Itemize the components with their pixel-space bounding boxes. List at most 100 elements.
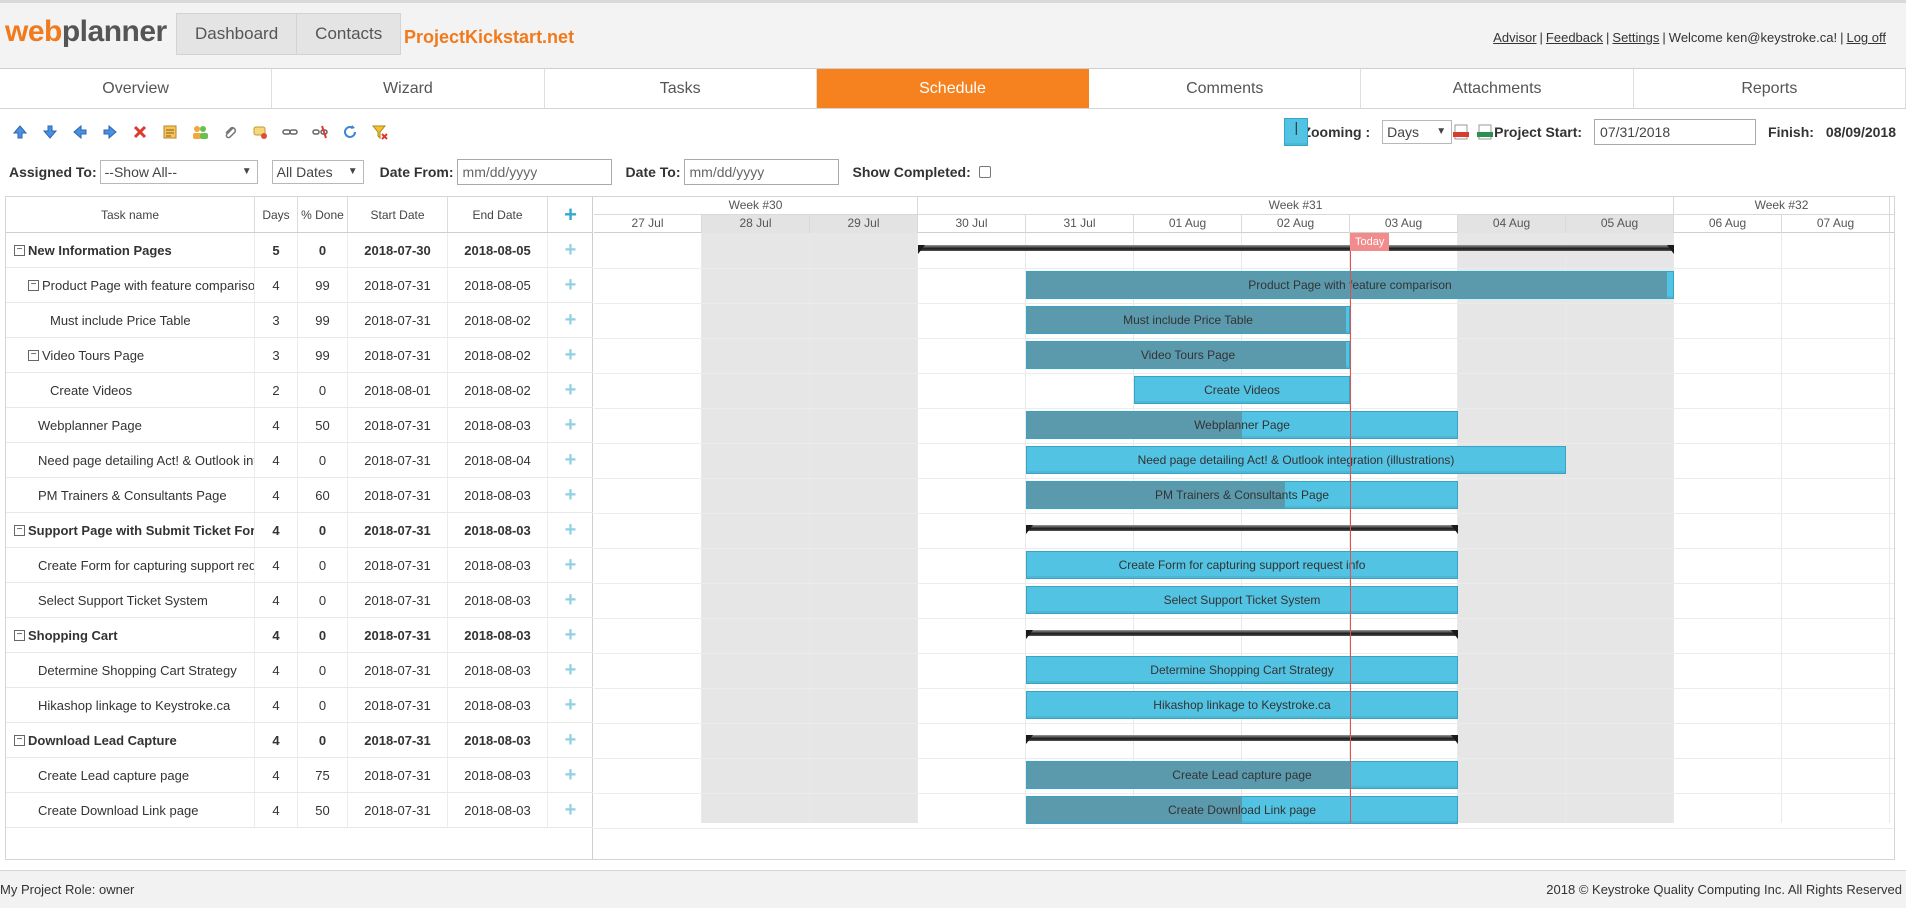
task-bar[interactable]: Video Tours Page xyxy=(1026,341,1350,369)
task-name-cell[interactable]: Select Support Ticket System xyxy=(6,583,255,617)
date-range-select[interactable]: All Dates ▼ xyxy=(271,160,364,184)
collapse-toggle-icon[interactable]: − xyxy=(28,279,39,291)
add-subtask-icon[interactable]: + xyxy=(548,583,593,617)
move-down-icon[interactable] xyxy=(38,120,62,144)
add-subtask-icon[interactable]: + xyxy=(548,268,593,302)
add-subtask-icon[interactable]: + xyxy=(548,513,593,547)
tab-comments[interactable]: Comments xyxy=(1089,69,1362,108)
task-name-cell[interactable]: Create Download Link page xyxy=(6,793,255,827)
task-bar[interactable]: Hikashop linkage to Keystroke.ca xyxy=(1026,691,1458,719)
summary-bar[interactable] xyxy=(1026,733,1458,745)
add-subtask-icon[interactable]: + xyxy=(548,303,593,337)
add-subtask-icon[interactable]: + xyxy=(548,653,593,687)
table-row[interactable]: Hikashop linkage to Keystroke.ca 4 0 2018-0… xyxy=(6,688,593,723)
col-header-start-date[interactable]: Start Date xyxy=(348,197,448,232)
col-header-task-name[interactable]: Task name xyxy=(6,197,255,232)
outdent-icon[interactable] xyxy=(68,120,92,144)
indent-icon[interactable] xyxy=(98,120,122,144)
table-row[interactable]: − Video Tours Page 3 99 2018-07-31 2018-08-02… xyxy=(6,338,593,373)
refresh-icon[interactable] xyxy=(338,120,362,144)
table-row[interactable]: Create Download Link page 4 50 2018-07-31 20… xyxy=(6,793,593,828)
table-row[interactable]: PM Trainers & Consultants Page 4 60 2018-07… xyxy=(6,478,593,513)
delete-icon[interactable] xyxy=(128,120,152,144)
dashboard-button[interactable]: Dashboard xyxy=(176,13,298,55)
task-bar[interactable]: PM Trainers & Consultants Page xyxy=(1026,481,1458,509)
summary-bar[interactable] xyxy=(1026,523,1458,535)
tab-wizard[interactable]: Wizard xyxy=(272,69,545,108)
tab-schedule[interactable]: Schedule xyxy=(816,69,1090,108)
add-subtask-icon[interactable]: + xyxy=(548,233,593,267)
task-bar[interactable]: Select Support Ticket System xyxy=(1026,586,1458,614)
table-row[interactable]: Need page detailing Act! & Outlook integ… xyxy=(6,443,593,478)
collapse-toggle-icon[interactable]: − xyxy=(28,349,39,361)
tab-reports[interactable]: Reports xyxy=(1634,69,1906,108)
zoom-select[interactable]: Days ▼ xyxy=(1382,120,1453,144)
task-bar[interactable]: Need page detailing Act! & Outlook integ… xyxy=(1026,446,1566,474)
task-name-cell[interactable]: Need page detailing Act! & Outlook integ… xyxy=(6,443,255,477)
table-row[interactable]: Select Support Ticket System 4 0 2018-07-31… xyxy=(6,583,593,618)
task-name-cell[interactable]: Webplanner Page xyxy=(6,408,255,442)
table-row[interactable]: Webplanner Page 4 50 2018-07-31 2018-08-03 + xyxy=(6,408,593,443)
add-subtask-icon[interactable]: + xyxy=(548,443,593,477)
date-from-input[interactable]: mm/dd/yyyy xyxy=(456,159,612,185)
tab-tasks[interactable]: Tasks xyxy=(545,69,817,108)
date-to-input[interactable]: mm/dd/yyyy xyxy=(683,159,839,185)
task-bar[interactable]: Must include Price Table xyxy=(1026,306,1350,334)
collapse-toggle-icon[interactable]: − xyxy=(14,524,25,536)
assigned-to-select[interactable]: --Show All-- ▼ xyxy=(99,160,258,184)
table-row[interactable]: Must include Price Table 3 99 2018-07-31 201… xyxy=(6,303,593,338)
add-subtask-icon[interactable]: + xyxy=(548,373,593,407)
settings-link[interactable]: Settings xyxy=(1612,30,1659,45)
logoff-link[interactable]: Log off xyxy=(1846,30,1886,45)
task-name-cell[interactable]: − Video Tours Page xyxy=(6,338,255,372)
task-bar[interactable]: Create Download Link page xyxy=(1026,796,1458,824)
webplanner-logo[interactable]: webplanner xyxy=(5,15,167,49)
task-name-cell[interactable]: Create Form for capturing support reques… xyxy=(6,548,255,582)
task-bar[interactable]: Determine Shopping Cart Strategy xyxy=(1026,656,1458,684)
task-name-cell[interactable]: Must include Price Table xyxy=(6,303,255,337)
export-pdf-icon[interactable] xyxy=(1452,124,1470,140)
collapse-toggle-icon[interactable]: − xyxy=(14,734,25,746)
task-name-cell[interactable]: − Shopping Cart xyxy=(6,618,255,652)
contacts-button[interactable]: Contacts xyxy=(297,13,402,55)
task-name-cell[interactable]: PM Trainers & Consultants Page xyxy=(6,478,255,512)
table-row[interactable]: − Support Page with Submit Ticket Form 4 0 2… xyxy=(6,513,593,548)
task-name-cell[interactable]: − Download Lead Capture xyxy=(6,723,255,757)
show-completed-checkbox[interactable] xyxy=(978,166,991,178)
task-bar[interactable]: Create Form for capturing support reques… xyxy=(1026,551,1458,579)
task-name-cell[interactable]: Create Lead capture page xyxy=(6,758,255,792)
task-name-cell[interactable]: Hikashop linkage to Keystroke.ca xyxy=(6,688,255,722)
add-subtask-icon[interactable]: + xyxy=(548,338,593,372)
task-details-icon[interactable] xyxy=(158,120,182,144)
add-subtask-icon[interactable]: + xyxy=(548,548,593,582)
task-name-cell[interactable]: − Product Page with feature comparison xyxy=(6,268,255,302)
add-subtask-icon[interactable]: + xyxy=(548,408,593,442)
project-start-input[interactable]: 07/31/2018 xyxy=(1594,119,1757,145)
add-subtask-icon[interactable]: + xyxy=(548,478,593,512)
collapse-toggle-icon[interactable]: − xyxy=(14,629,25,641)
summary-bar[interactable] xyxy=(1026,628,1458,640)
task-name-cell[interactable]: − New Information Pages xyxy=(6,233,255,267)
project-name[interactable]: ProjectKickstart.net xyxy=(404,27,574,48)
advisor-link[interactable]: Advisor xyxy=(1493,30,1536,45)
task-name-cell[interactable]: Determine Shopping Cart Strategy xyxy=(6,653,255,687)
attachment-icon[interactable] xyxy=(218,120,242,144)
add-subtask-icon[interactable]: + xyxy=(548,793,593,827)
tab-attachments[interactable]: Attachments xyxy=(1361,69,1634,108)
table-row[interactable]: − Shopping Cart 4 0 2018-07-31 2018-08-03 + xyxy=(6,618,593,653)
feedback-link[interactable]: Feedback xyxy=(1546,30,1603,45)
assign-resources-icon[interactable] xyxy=(188,120,212,144)
task-bar[interactable]: Webplanner Page xyxy=(1026,411,1458,439)
table-row[interactable]: − Download Lead Capture 4 0 2018-07-31 2018-0… xyxy=(6,723,593,758)
tab-overview[interactable]: Overview xyxy=(0,69,273,108)
col-header-percent-done[interactable]: % Done xyxy=(298,197,348,232)
move-up-icon[interactable] xyxy=(8,120,32,144)
table-row[interactable]: Create Lead capture page 4 75 2018-07-31 201… xyxy=(6,758,593,793)
summary-bar[interactable] xyxy=(918,243,1674,255)
add-subtask-icon[interactable]: + xyxy=(548,758,593,792)
unlink-tasks-icon[interactable] xyxy=(308,120,332,144)
task-bar[interactable]: Create Videos xyxy=(1134,376,1350,404)
task-name-cell[interactable]: − Support Page with Submit Ticket Form xyxy=(6,513,255,547)
collapse-toggle-icon[interactable]: − xyxy=(14,244,25,256)
add-subtask-icon[interactable]: + xyxy=(548,688,593,722)
